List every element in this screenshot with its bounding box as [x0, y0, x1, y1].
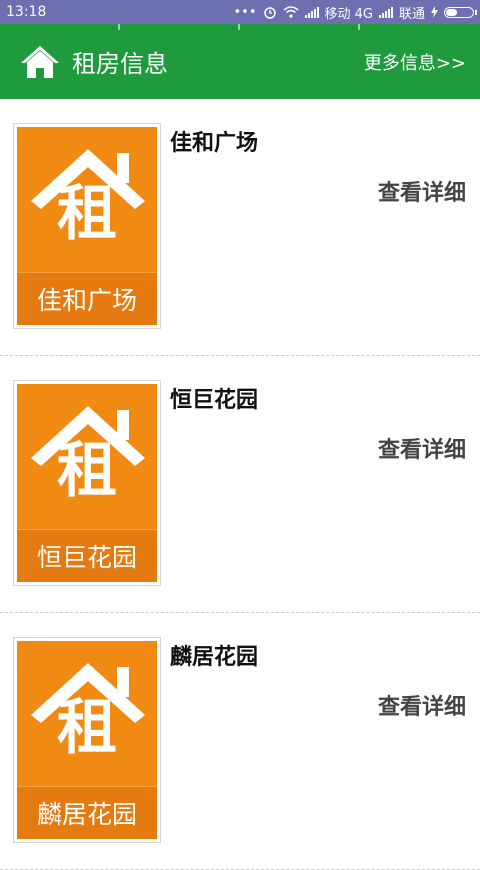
poster-char: 租 [57, 693, 117, 763]
poster-label: 佳和广场 [36, 286, 137, 315]
carrier-1: 移动 4G [324, 6, 373, 22]
signal-icon-2 [378, 6, 393, 18]
listing-thumbnail[interactable]: 租 佳和广场 [13, 123, 161, 329]
listing-name: 恒巨花园 [170, 388, 259, 413]
listing-thumbnail[interactable]: 租 麟居花园 [13, 637, 161, 843]
poster-label: 麟居花园 [36, 800, 137, 829]
status-time: 13:18 [6, 4, 47, 20]
battery-icon [444, 6, 477, 18]
list-item[interactable]: 租 恒巨花园 恒巨花园 查看详细 [0, 356, 480, 613]
wifi-icon [283, 6, 298, 18]
more-info-link[interactable]: 更多信息>> [364, 49, 466, 75]
alarm-icon [263, 7, 276, 19]
app-header: 租房信息 更多信息>> [0, 24, 480, 99]
status-bar: 13:18 ••• 移动 4G 联通 [0, 0, 480, 24]
status-icons: ••• 移动 4G 联通 [233, 3, 477, 22]
poster-char: 租 [57, 179, 117, 249]
rent-poster: 租 麟居花园 [17, 641, 157, 839]
view-details-button[interactable]: 查看详细 [378, 432, 466, 464]
listing-list: 租 佳和广场 佳和广场 查看详细 租 恒巨花园 恒巨花园 查看详细 租 麟居花园… [0, 99, 480, 870]
listing-thumbnail[interactable]: 租 恒巨花园 [13, 380, 161, 586]
home-icon[interactable] [20, 44, 60, 80]
view-details-button[interactable]: 查看详细 [378, 175, 466, 207]
listing-name: 麟居花园 [170, 645, 259, 670]
listing-name: 佳和广场 [170, 131, 259, 156]
view-details-button[interactable]: 查看详细 [378, 689, 466, 721]
poster-char: 租 [57, 436, 117, 506]
signal-icon [304, 6, 319, 18]
rent-poster: 租 恒巨花园 [17, 384, 157, 582]
carrier-2: 联通 [398, 6, 425, 22]
page-title: 租房信息 [72, 50, 168, 78]
list-item[interactable]: 租 佳和广场 佳和广场 查看详细 [0, 99, 480, 356]
list-item[interactable]: 租 麟居花园 麟居花园 查看详细 [0, 613, 480, 870]
notification-dots: ••• [233, 4, 257, 20]
header-tab-marks [0, 24, 480, 30]
charging-icon [431, 6, 438, 18]
rent-poster: 租 佳和广场 [17, 127, 157, 325]
poster-label: 恒巨花园 [36, 543, 137, 572]
